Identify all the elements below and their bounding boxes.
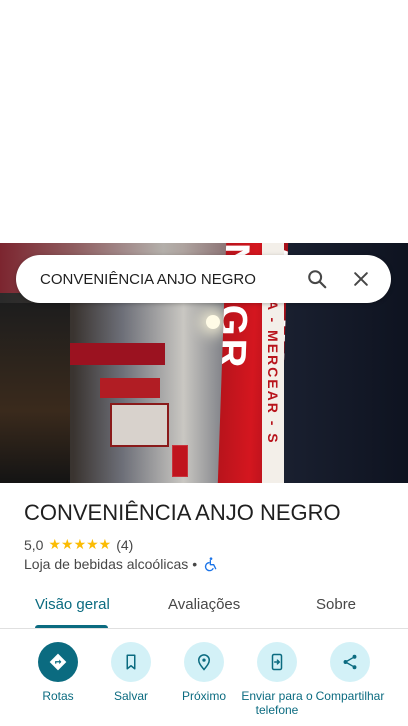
- place-category: Loja de bebidas alcoólicas: [24, 556, 189, 572]
- nearby-label: Próximo: [181, 689, 226, 703]
- photo-small-sign: [172, 445, 188, 477]
- send-to-phone-label: Enviar para o telefone: [241, 689, 313, 717]
- nearby-pin-icon: [197, 654, 211, 671]
- place-title: CONVENIÊNCIA ANJO NEGRO: [24, 500, 341, 525]
- category-separator: •: [192, 556, 198, 572]
- tab-about[interactable]: Sobre: [316, 596, 356, 613]
- share-label: Compartilhar: [315, 689, 385, 703]
- save-label: Salvar: [113, 689, 148, 703]
- rating-row[interactable]: 5,0 ★★★★★ (4): [24, 536, 133, 553]
- review-count: (4): [116, 536, 134, 553]
- photo-cooler: [110, 403, 169, 447]
- directions-circle: [38, 642, 78, 682]
- directions-button[interactable]: Rotas: [20, 642, 96, 703]
- tab-bar: Visão geral Avaliações Sobre: [0, 588, 408, 629]
- share-button[interactable]: Compartilhar: [312, 642, 388, 703]
- save-circle: [111, 642, 151, 682]
- active-tab-indicator: [35, 625, 108, 628]
- nearby-circle: [184, 642, 224, 682]
- send-to-phone-button[interactable]: Enviar para o telefone: [239, 642, 315, 717]
- photo-left-shelf: [0, 303, 70, 483]
- share-icon: [343, 654, 357, 670]
- photo-lamp: [206, 315, 220, 329]
- send-to-phone-circle: [257, 642, 297, 682]
- photo-red-shelf: [70, 343, 165, 365]
- photo-red-shelf-2: [100, 378, 160, 398]
- rating-stars: ★★★★★: [48, 536, 112, 552]
- search-button[interactable]: [295, 257, 339, 301]
- rating-value: 5,0: [24, 536, 44, 553]
- close-icon: [354, 272, 368, 286]
- tab-overview[interactable]: Visão geral: [35, 596, 110, 613]
- photo-strip-text: CIA - MERCEAR - S: [265, 281, 281, 445]
- search-query[interactable]: CONVENIÊNCIA ANJO NEGRO: [16, 271, 295, 288]
- wheelchair-accessible-icon: [203, 556, 219, 572]
- save-button[interactable]: Salvar: [93, 642, 169, 703]
- share-circle: [330, 642, 370, 682]
- directions-label: Rotas: [42, 689, 74, 703]
- tab-reviews[interactable]: Avaliações: [168, 596, 240, 613]
- map-blank-area: [0, 0, 408, 243]
- search-icon: [308, 270, 327, 289]
- send-to-phone-icon: [271, 653, 283, 671]
- close-button[interactable]: [339, 257, 383, 301]
- search-bar[interactable]: CONVENIÊNCIA ANJO NEGRO: [16, 255, 391, 303]
- category-row: Loja de bebidas alcoólicas •: [24, 556, 219, 572]
- directions-icon: [49, 653, 67, 671]
- nearby-button[interactable]: Próximo: [166, 642, 242, 703]
- bookmark-icon: [126, 654, 136, 670]
